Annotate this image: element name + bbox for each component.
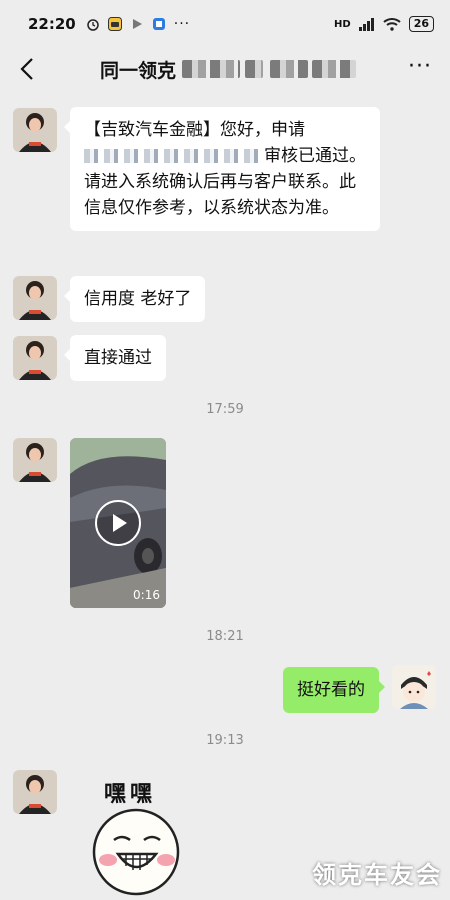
avatar[interactable]: [13, 438, 57, 482]
message-text: 【吉致汽车金融】您好，申请: [84, 120, 305, 140]
avatar[interactable]: [13, 108, 57, 152]
more-notifications-icon: ···: [173, 16, 191, 32]
sticker-message[interactable]: 嘿嘿: [88, 770, 198, 900]
status-icons: ···: [86, 16, 190, 32]
message-bubble-self[interactable]: 挺好看的: [283, 667, 385, 713]
avatar[interactable]: [13, 770, 57, 814]
redacted-name: [245, 60, 263, 78]
message-text: 挺好看的: [297, 680, 365, 700]
avatar[interactable]: [13, 336, 57, 380]
watermark: 领克车友会: [312, 861, 442, 889]
play-store-icon: [132, 19, 142, 29]
redacted-text: [84, 149, 264, 163]
more-horizontal-icon[interactable]: ···: [408, 56, 432, 78]
message-bubble[interactable]: 【吉致汽车金融】您好，申请审核已通过。请进入系统确认后再与客户联系。此信息仅作参…: [64, 107, 380, 231]
message-text: 直接通过: [84, 348, 152, 368]
app-notification-icon: [107, 17, 122, 31]
status-time: 22:20: [28, 15, 76, 33]
play-icon[interactable]: [95, 500, 141, 546]
alarm-icon: [87, 19, 99, 31]
video-message[interactable]: 0:16: [70, 438, 166, 608]
avatar[interactable]: [13, 276, 57, 320]
message-timestamp: 19:13: [206, 733, 244, 748]
status-right: HD 26: [334, 16, 434, 32]
message-bubble[interactable]: 直接通过: [64, 335, 166, 381]
signal-icon: [358, 18, 374, 31]
redacted-name: [182, 60, 240, 78]
smiley-sticker-icon: [92, 808, 180, 896]
message-timestamp: 17:59: [206, 402, 244, 417]
message-timestamp: 18:21: [206, 629, 244, 644]
video-duration: 0:16: [133, 588, 160, 602]
chat-title: 同一领克: [100, 60, 177, 82]
signal-label: HD: [334, 18, 351, 30]
message-text: 信用度 老好了: [84, 289, 192, 309]
avatar-self[interactable]: [392, 665, 436, 709]
chat-header: 同一领克 ···: [0, 48, 450, 90]
redacted-name: [312, 60, 356, 78]
message-bubble[interactable]: 信用度 老好了: [63, 276, 206, 322]
wifi-icon: [383, 18, 401, 31]
chevron-left-icon[interactable]: [14, 54, 44, 84]
status-bar: 22:20 ··· HD 26: [0, 0, 450, 48]
redacted-name: [270, 60, 308, 78]
battery-indicator: 26: [408, 16, 434, 32]
app-icon: [152, 18, 165, 30]
